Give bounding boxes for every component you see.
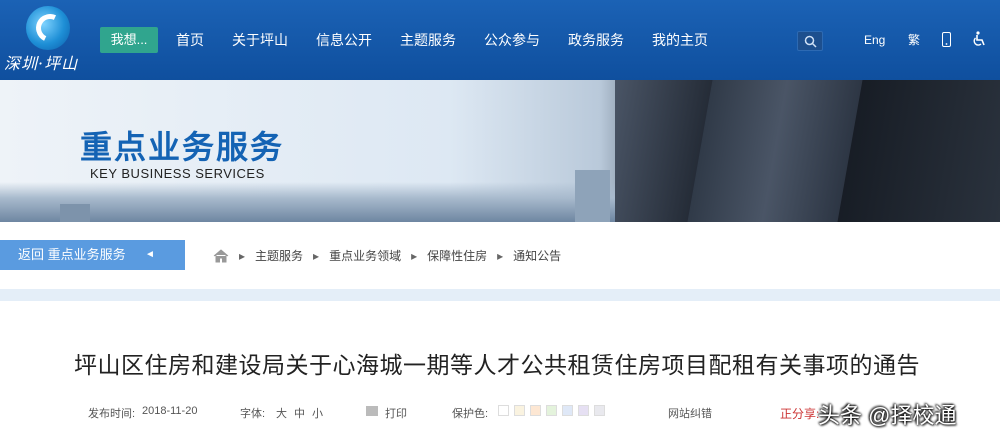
logo-text: 深圳·坪山: [4, 54, 79, 73]
home-icon[interactable]: [213, 248, 229, 263]
nav-item-topics[interactable]: 主题服务: [400, 30, 456, 50]
eye-protection-label: 保护色:: [452, 408, 489, 420]
print-button[interactable]: 打印: [385, 405, 407, 421]
eye-color-swatch[interactable]: [498, 405, 509, 416]
nav-item-info[interactable]: 信息公开: [316, 30, 372, 50]
top-navigation-bar: 深圳·坪山 我想... 首页 关于坪山 信息公开 主题服务 公众参与 政务服务 …: [0, 0, 1000, 80]
page-banner: 重点业务服务 KEY BUSINESS SERVICES: [0, 80, 1000, 222]
nav-item-about[interactable]: 关于坪山: [232, 30, 288, 50]
traditional-chinese-link[interactable]: 繁: [908, 31, 920, 49]
mobile-icon[interactable]: [942, 32, 951, 52]
language-english-link[interactable]: Eng: [864, 31, 885, 49]
eye-color-swatch[interactable]: [594, 405, 605, 416]
breadcrumb-separator: ▸: [313, 248, 320, 263]
share-label[interactable]: 正分享:: [780, 405, 819, 422]
site-correction-link[interactable]: 网站纠错: [668, 405, 712, 421]
back-button-label: 返回 重点业务服务: [18, 247, 126, 262]
nav-item-participation[interactable]: 公众参与: [484, 30, 540, 50]
back-arrow-icon: ◄: [145, 249, 155, 260]
banner-building: [575, 170, 610, 222]
font-size-label: 字体:: [240, 408, 266, 420]
breadcrumb-separator: ▸: [411, 248, 418, 263]
eye-color-swatch[interactable]: [562, 405, 573, 416]
publish-date: 2018-11-20: [142, 405, 198, 417]
eye-color-swatch[interactable]: [578, 405, 589, 416]
eye-color-swatch[interactable]: [530, 405, 541, 416]
nav-item-services[interactable]: 政务服务: [568, 30, 624, 50]
main-nav: 首页 关于坪山 信息公开 主题服务 公众参与 政务服务 我的主页: [176, 0, 736, 80]
nav-item-my-page[interactable]: 我的主页: [652, 30, 708, 50]
font-size-large[interactable]: 大: [276, 405, 287, 421]
breadcrumb: ▸ 主题服务 ▸ 重点业务领域 ▸ 保障性住房 ▸ 通知公告: [213, 247, 561, 264]
breadcrumb-separator: ▸: [497, 248, 504, 263]
banner-building: [60, 204, 90, 222]
breadcrumb-item[interactable]: 重点业务领域: [329, 247, 401, 264]
breadcrumb-item[interactable]: 主题服务: [255, 247, 303, 264]
banner-suit-image: [687, 80, 863, 222]
breadcrumb-item[interactable]: 通知公告: [513, 247, 561, 264]
article-title: 坪山区住房和建设局关于心海城一期等人才公共租赁住房项目配租有关事项的通告: [74, 352, 920, 378]
wish-button[interactable]: 我想...: [100, 27, 158, 53]
banner-title: 重点业务服务: [80, 128, 285, 166]
breadcrumb-separator: ▸: [239, 248, 246, 263]
search-icon: [804, 35, 817, 48]
site-logo[interactable]: 深圳·坪山: [0, 0, 90, 80]
search-button[interactable]: [797, 31, 823, 51]
font-size-medium[interactable]: 中: [294, 405, 305, 421]
city-skyline-image: [0, 182, 620, 222]
divider-strip: [0, 289, 1000, 301]
accessibility-icon[interactable]: [972, 31, 986, 52]
publish-label: 发布时间:: [88, 408, 136, 420]
eye-color-swatch[interactable]: [514, 405, 525, 416]
print-icon[interactable]: [366, 406, 378, 416]
back-button[interactable]: 返回 重点业务服务 ◄: [0, 240, 185, 270]
eye-color-swatch[interactable]: [546, 405, 557, 416]
font-size-small[interactable]: 小: [312, 405, 323, 421]
breadcrumb-item[interactable]: 保障性住房: [427, 247, 487, 264]
watermark-text: 头条 @择校通: [818, 403, 957, 428]
banner-subtitle: KEY BUSINESS SERVICES: [90, 166, 265, 181]
nav-item-home[interactable]: 首页: [176, 30, 204, 50]
